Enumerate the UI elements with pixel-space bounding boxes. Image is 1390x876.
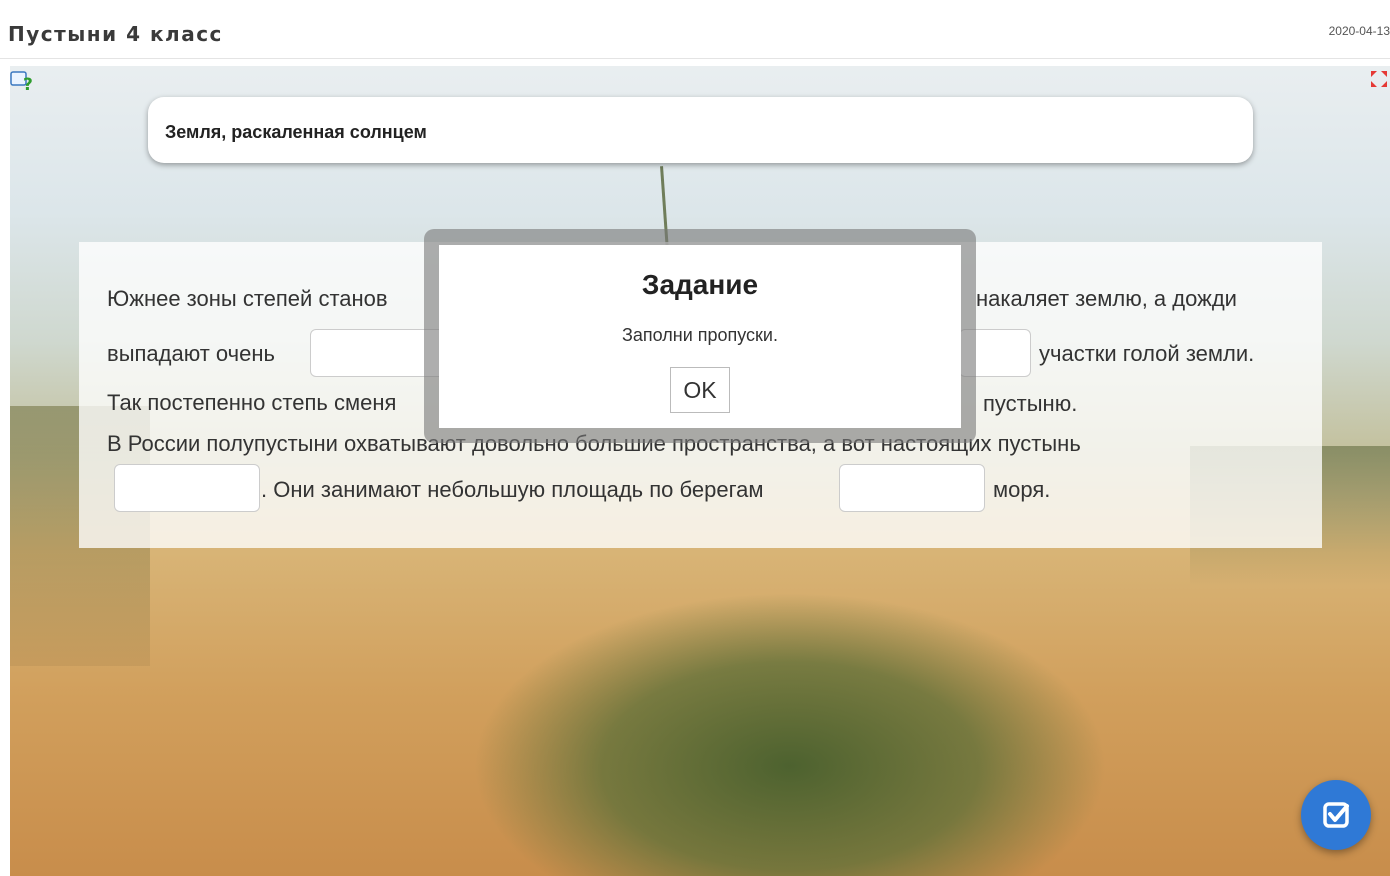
check-answers-button[interactable] xyxy=(1301,780,1371,850)
modal-message: Заполни пропуски. xyxy=(622,325,778,345)
task-title: Земля, раскаленная солнцем xyxy=(165,122,427,142)
exercise-text-line5-mid: . Они занимают небольшую площадь по бере… xyxy=(261,477,764,502)
exercise-text-line3-end: пустыню. xyxy=(983,391,1078,416)
exercise-text-line5-end: моря. xyxy=(993,477,1051,502)
page-title: Пустыни 4 класс xyxy=(8,22,223,46)
ok-button[interactable]: OK xyxy=(670,367,730,413)
exercise-text-line1-start: Южнее зоны степей станов xyxy=(107,286,388,311)
exercise-text-line1-end: накаляет землю, а дожди xyxy=(976,286,1237,311)
exercise-text-line2-start: выпадают очень xyxy=(107,341,275,366)
blank-input-3[interactable] xyxy=(114,464,260,512)
help-icon[interactable]: ? xyxy=(10,69,34,95)
blank-input-4[interactable] xyxy=(839,464,985,512)
fullscreen-icon[interactable] xyxy=(1370,70,1388,88)
task-title-card: Земля, раскаленная солнцем xyxy=(148,97,1253,163)
page-date: 2020-04-13 xyxy=(1328,24,1390,38)
svg-text:?: ? xyxy=(23,75,33,93)
header: Пустыни 4 класс 2020-04-13 xyxy=(0,0,1390,59)
task-modal: Задание Заполни пропуски. OK xyxy=(439,245,961,428)
modal-title: Задание xyxy=(641,269,759,300)
check-icon xyxy=(1323,802,1349,828)
exercise-text-line3-start: Так постепенно степь сменя xyxy=(107,390,397,415)
exercise-text-line2-end: участки голой земли. xyxy=(1039,341,1255,366)
